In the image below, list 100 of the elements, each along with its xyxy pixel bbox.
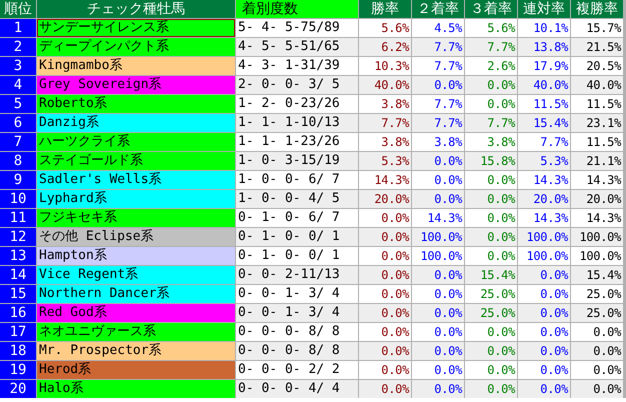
record-cell: 1- 0- 0- 6/ 7: [236, 171, 358, 189]
rate-cell: 7.7%: [465, 114, 517, 132]
rank-cell: 4: [0, 76, 36, 94]
rank-cell: 19: [0, 361, 36, 379]
rank-cell: 18: [0, 342, 36, 360]
record-cell: 4- 3- 1-31/39: [236, 57, 358, 75]
rate-cell: 0.0%: [412, 76, 464, 94]
rate-cell: 0.0%: [412, 285, 464, 303]
rank-cell: 17: [0, 323, 36, 341]
record-cell: 0- 1- 0- 0/ 1: [236, 228, 358, 246]
rate-cell: 100.0%: [412, 247, 464, 265]
record-cell: 0- 0- 0- 8/ 8: [236, 342, 358, 360]
record-cell: 1- 1- 1-23/26: [236, 133, 358, 151]
rank-cell: 14: [0, 266, 36, 284]
rank-cell: 2: [0, 38, 36, 56]
rate-cell: 5.6%: [465, 19, 517, 37]
column-header: 複勝率: [571, 0, 623, 18]
rate-cell: 0.0%: [518, 380, 570, 398]
rate-cell: 21.1%: [571, 152, 623, 170]
sire-line-cell: Hampton系: [37, 247, 235, 265]
rate-cell: 20.0%: [359, 190, 411, 208]
sire-line-cell: Vice Regent系: [37, 266, 235, 284]
rate-cell: 6.2%: [359, 38, 411, 56]
rank-cell: 10: [0, 190, 36, 208]
sire-line-cell: Mr. Prospector系: [37, 342, 235, 360]
rate-cell: 0.0%: [359, 247, 411, 265]
rate-cell: 0.0%: [412, 190, 464, 208]
rate-cell: 7.7%: [412, 38, 464, 56]
rate-cell: 7.7%: [359, 114, 411, 132]
rank-cell: 5: [0, 95, 36, 113]
rate-cell: 0.0%: [412, 323, 464, 341]
sire-line-cell: Sadler's Wells系: [37, 171, 235, 189]
rank-cell: 6: [0, 114, 36, 132]
rate-cell: 15.4%: [518, 114, 570, 132]
column-header: 勝率: [359, 0, 411, 18]
rate-cell: 7.7%: [412, 95, 464, 113]
rank-cell: 13: [0, 247, 36, 265]
record-cell: 0- 1- 0- 6/ 7: [236, 209, 358, 227]
rate-cell: 7.7%: [412, 57, 464, 75]
column-header: ２着率: [412, 0, 464, 18]
record-cell: 1- 1- 1-10/13: [236, 114, 358, 132]
rate-cell: 0.0%: [518, 361, 570, 379]
sire-line-cell: ディープインパクト系: [37, 38, 235, 56]
rate-cell: 40.0%: [359, 76, 411, 94]
rate-cell: 14.3%: [518, 209, 570, 227]
rate-cell: 0.0%: [359, 380, 411, 398]
rate-cell: 100.0%: [518, 228, 570, 246]
rate-cell: 0.0%: [465, 342, 517, 360]
rank-cell: 1: [0, 19, 36, 37]
sire-line-cell: Kingmambo系: [37, 57, 235, 75]
rate-cell: 0.0%: [465, 76, 517, 94]
rate-cell: 0.0%: [412, 304, 464, 322]
rate-cell: 25.0%: [571, 304, 623, 322]
record-cell: 0- 0- 2-11/13: [236, 266, 358, 284]
rate-cell: 3.8%: [359, 133, 411, 151]
record-cell: 2- 0- 0- 3/ 5: [236, 76, 358, 94]
sire-line-cell: Lyphard系: [37, 190, 235, 208]
rate-cell: 14.3%: [412, 209, 464, 227]
rate-cell: 3.8%: [412, 133, 464, 151]
rate-cell: 0.0%: [571, 342, 623, 360]
rate-cell: 14.3%: [518, 171, 570, 189]
column-header: 順位: [0, 0, 36, 18]
rate-cell: 0.0%: [465, 247, 517, 265]
record-cell: 5- 4- 5-75/89: [236, 19, 358, 37]
rate-cell: 0.0%: [359, 266, 411, 284]
rate-cell: 0.0%: [412, 152, 464, 170]
rank-cell: 9: [0, 171, 36, 189]
column-header: 連対率: [518, 0, 570, 18]
sire-line-cell: Red God系: [37, 304, 235, 322]
rate-cell: 100.0%: [518, 247, 570, 265]
rate-cell: 0.0%: [359, 209, 411, 227]
record-cell: 4- 5- 5-51/65: [236, 38, 358, 56]
rate-cell: 0.0%: [518, 266, 570, 284]
rank-cell: 16: [0, 304, 36, 322]
record-cell: 1- 2- 0-23/26: [236, 95, 358, 113]
rate-cell: 7.7%: [412, 114, 464, 132]
rate-cell: 11.5%: [518, 95, 570, 113]
rate-cell: 0.0%: [359, 361, 411, 379]
rate-cell: 13.8%: [518, 38, 570, 56]
sire-line-cell: Herod系: [37, 361, 235, 379]
record-cell: 0- 0- 0- 8/ 8: [236, 323, 358, 341]
rate-cell: 15.7%: [571, 19, 623, 37]
rate-cell: 5.3%: [518, 152, 570, 170]
record-cell: 0- 0- 0- 4/ 4: [236, 380, 358, 398]
rate-cell: 21.5%: [571, 38, 623, 56]
rate-cell: 2.6%: [465, 57, 517, 75]
column-header: 着別度数: [236, 0, 358, 18]
record-cell: 1- 0- 0- 4/ 5: [236, 190, 358, 208]
rate-cell: 0.0%: [412, 342, 464, 360]
rate-cell: 15.4%: [465, 266, 517, 284]
rank-cell: 11: [0, 209, 36, 227]
sire-line-cell: ハーツクライ系: [37, 133, 235, 151]
rate-cell: 0.0%: [359, 342, 411, 360]
sire-line-cell: フジキセキ系: [37, 209, 235, 227]
rate-cell: 100.0%: [571, 247, 623, 265]
rate-cell: 10.3%: [359, 57, 411, 75]
rate-cell: 100.0%: [571, 228, 623, 246]
sire-line-cell: Roberto系: [37, 95, 235, 113]
rate-cell: 40.0%: [518, 76, 570, 94]
rank-cell: 12: [0, 228, 36, 246]
